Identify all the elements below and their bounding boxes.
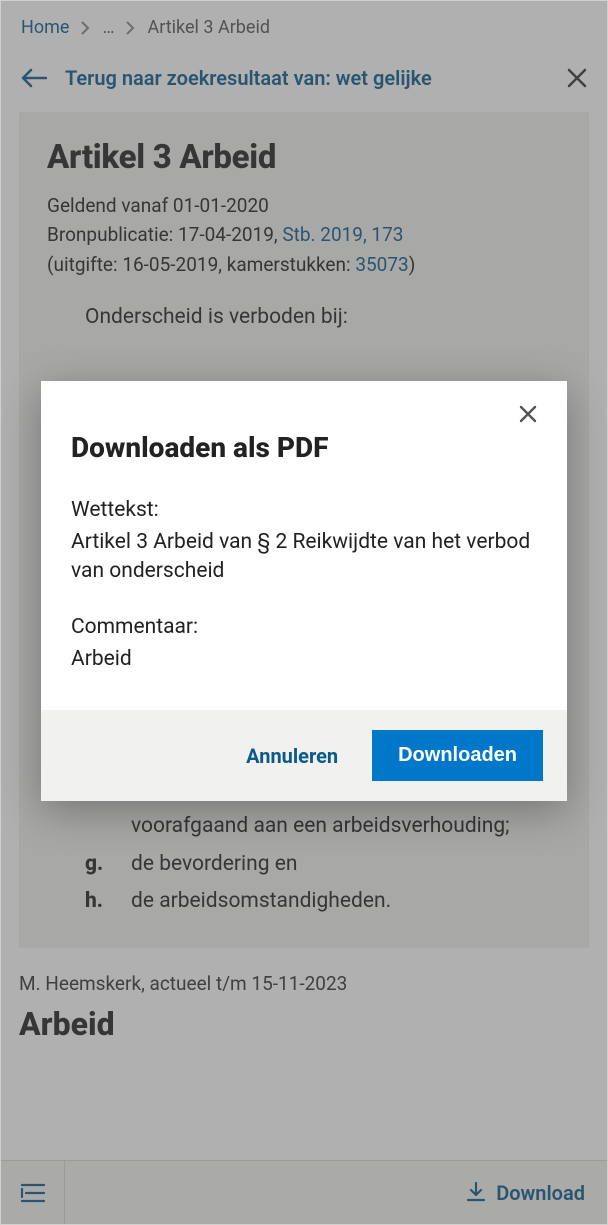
commentaar-label: Commentaar: [71,615,537,639]
wettekst-label: Wettekst: [71,498,537,522]
modal-close-button[interactable] [519,405,537,423]
cancel-button[interactable]: Annuleren [246,744,338,768]
download-pdf-modal: Downloaden als PDF Wettekst: Artikel 3 A… [41,381,567,801]
wettekst-value: Artikel 3 Arbeid van § 2 Reikwijdte van … [71,528,537,587]
commentaar-value: Arbeid [71,645,537,674]
download-confirm-button[interactable]: Downloaden [372,730,543,781]
modal-title: Downloaden als PDF [71,431,537,464]
modal-footer: Annuleren Downloaden [41,710,567,801]
